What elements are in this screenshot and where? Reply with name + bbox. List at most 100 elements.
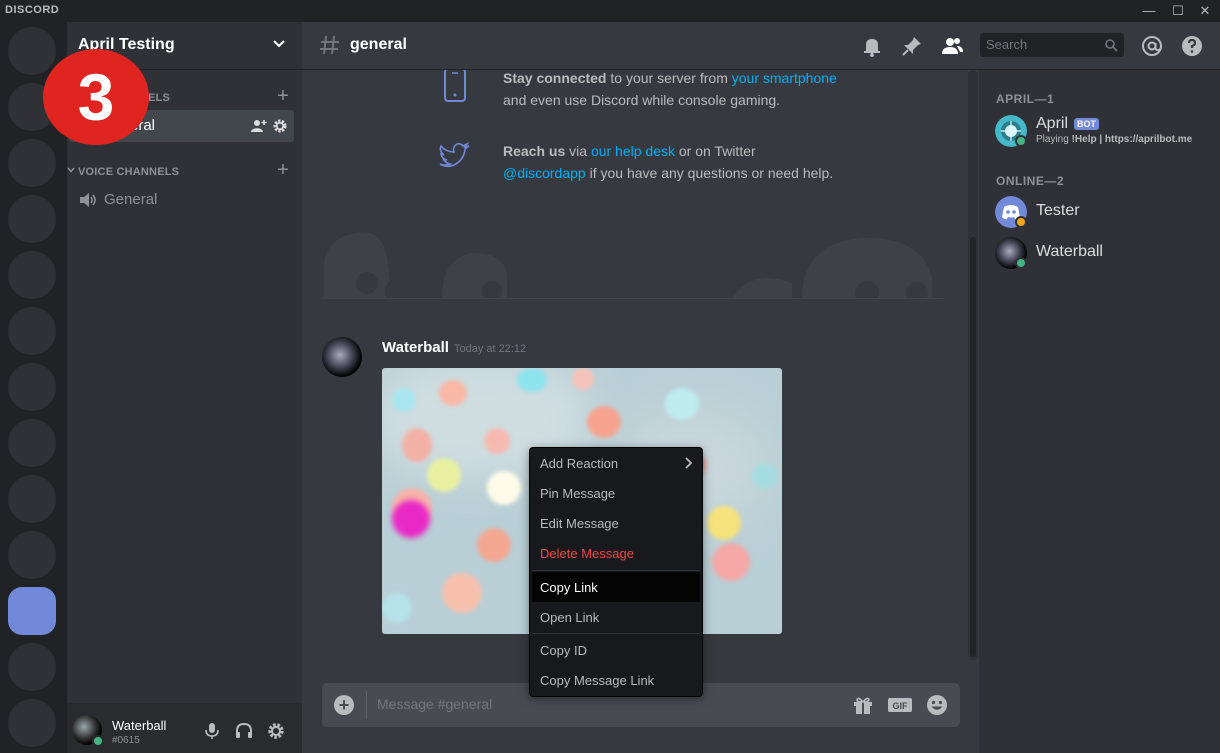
- welcome-heading: Reach us: [503, 143, 566, 159]
- menu-item-label: Copy Message Link: [540, 673, 655, 688]
- chevron-down-icon: [67, 167, 75, 173]
- menu-item-copy-id[interactable]: Copy ID: [532, 635, 700, 665]
- invite-icon[interactable]: [251, 118, 267, 134]
- activity-name: !Help | https://aprilbot.me: [1071, 134, 1193, 145]
- gear-icon[interactable]: [272, 118, 288, 134]
- member-name: Waterball: [1036, 243, 1103, 260]
- help-icon[interactable]: [1180, 34, 1204, 58]
- member-group-header: ONLINE—2: [996, 174, 1065, 188]
- twitter-icon: [439, 142, 470, 168]
- menu-item-label: Copy Link: [540, 580, 598, 595]
- message-timestamp: Today at 22:12: [454, 343, 527, 355]
- server-icon[interactable]: [8, 699, 56, 747]
- member-waterball[interactable]: Waterball: [995, 235, 1215, 271]
- menu-item-edit-message[interactable]: Edit Message: [532, 508, 700, 538]
- headphones-icon[interactable]: [234, 721, 254, 741]
- channel-name: General: [104, 191, 158, 208]
- menu-item-label: Copy ID: [540, 643, 587, 658]
- menu-item-label: Edit Message: [540, 516, 619, 531]
- server-icon[interactable]: [8, 419, 56, 467]
- menu-item-open-link[interactable]: Open Link: [532, 602, 700, 632]
- menu-item-delete-message[interactable]: Delete Message: [532, 538, 700, 568]
- member-group-header: APRIL—1: [996, 92, 1055, 106]
- channel-header: general: [302, 22, 1220, 70]
- welcome-text: to your server from: [606, 70, 732, 86]
- maximize-icon[interactable]: ☐: [1169, 2, 1187, 20]
- server-list: [0, 22, 67, 753]
- server-icon[interactable]: [8, 643, 56, 691]
- member-list: APRIL—1 April BOT Playing !Help | https:…: [979, 70, 1220, 753]
- welcome-heading: Stay connected: [503, 70, 607, 86]
- gift-icon[interactable]: [852, 694, 874, 716]
- upload-plus-icon[interactable]: +: [334, 695, 354, 715]
- menu-item-label: Delete Message: [540, 546, 634, 561]
- activity-prefix: Playing: [1036, 134, 1072, 145]
- server-icon[interactable]: [8, 251, 56, 299]
- server-icon[interactable]: [8, 139, 56, 187]
- menu-item-label: Open Link: [540, 610, 600, 625]
- composer-divider: [366, 691, 367, 719]
- close-icon[interactable]: ✕: [1196, 2, 1214, 20]
- server-icon[interactable]: [8, 307, 56, 355]
- bot-badge: BOT: [1074, 118, 1099, 130]
- mention-icon[interactable]: [1140, 34, 1164, 58]
- add-channel-icon[interactable]: +: [277, 86, 289, 106]
- channel-item-voice-general[interactable]: General: [69, 184, 294, 216]
- voice-channels-category[interactable]: VOICE CHANNELS +: [67, 160, 289, 180]
- discord-window: DISCORD — ☐ ✕ April Testing ELS + eral V…: [0, 0, 1220, 753]
- minimize-icon[interactable]: —: [1140, 2, 1158, 20]
- category-label: ELS: [148, 92, 170, 104]
- member-tester[interactable]: Tester: [995, 194, 1215, 230]
- search-icon: [1105, 39, 1118, 52]
- member-april[interactable]: April BOT Playing !Help | https://aprilb…: [995, 113, 1215, 149]
- search-input[interactable]: [986, 37, 1096, 52]
- menu-item-add-reaction[interactable]: Add Reaction: [532, 448, 700, 478]
- welcome-mobile-row: Stay connected to your server from your …: [440, 67, 860, 113]
- message-input[interactable]: [377, 696, 777, 712]
- avatar[interactable]: [322, 337, 362, 377]
- menu-item-copy-message-link[interactable]: Copy Message Link: [532, 665, 700, 695]
- add-channel-icon[interactable]: +: [277, 160, 289, 180]
- menu-separator: [532, 633, 700, 634]
- server-icon[interactable]: [8, 195, 56, 243]
- step-number-badge: 3: [43, 49, 149, 145]
- menu-item-copy-link[interactable]: Copy Link: [532, 572, 700, 602]
- help-desk-link[interactable]: our help desk: [591, 143, 675, 159]
- menu-separator: [532, 570, 700, 571]
- online-status-icon: [1015, 257, 1027, 269]
- server-icon-active[interactable]: [8, 587, 56, 635]
- twitter-link[interactable]: @discordapp: [503, 165, 586, 181]
- idle-status-icon: [1015, 216, 1027, 228]
- user-panel: Waterball #0615: [67, 703, 302, 753]
- smartphone-icon: [444, 68, 466, 102]
- server-icon[interactable]: [8, 27, 56, 75]
- title-bar: DISCORD — ☐ ✕: [0, 0, 1220, 22]
- emoji-icon[interactable]: [926, 694, 948, 716]
- welcome-text: if you have any questions or need help.: [585, 165, 834, 181]
- server-icon[interactable]: [8, 475, 56, 523]
- smartphone-link[interactable]: your smartphone: [732, 70, 837, 86]
- member-activity: Playing !Help | https://aprilbot.me: [1036, 134, 1192, 145]
- menu-item-pin-message[interactable]: Pin Message: [532, 478, 700, 508]
- microphone-icon[interactable]: [202, 721, 222, 741]
- menu-item-label: Pin Message: [540, 486, 616, 501]
- bell-icon[interactable]: [860, 34, 884, 58]
- idle-status-icon: [1015, 135, 1027, 147]
- server-icon[interactable]: [8, 531, 56, 579]
- member-name: April: [1036, 115, 1069, 132]
- username: Waterball: [112, 718, 167, 733]
- search-bar[interactable]: [980, 33, 1124, 57]
- members-icon[interactable]: [940, 34, 964, 58]
- speaker-icon: [80, 193, 96, 207]
- server-icon[interactable]: [8, 363, 56, 411]
- chat-scrollbar-thumb[interactable]: [970, 237, 976, 657]
- gear-icon[interactable]: [266, 721, 286, 741]
- svg-text:GIF: GIF: [893, 701, 909, 711]
- chevron-right-icon: [685, 457, 692, 469]
- chevron-down-icon[interactable]: [272, 36, 286, 50]
- gif-icon[interactable]: GIF: [887, 694, 913, 716]
- pin-icon[interactable]: [900, 34, 924, 58]
- message-author[interactable]: Waterball: [382, 339, 449, 356]
- online-status-icon: [92, 735, 104, 747]
- message-context-menu: Add Reaction Pin Message Edit Message De…: [530, 448, 702, 696]
